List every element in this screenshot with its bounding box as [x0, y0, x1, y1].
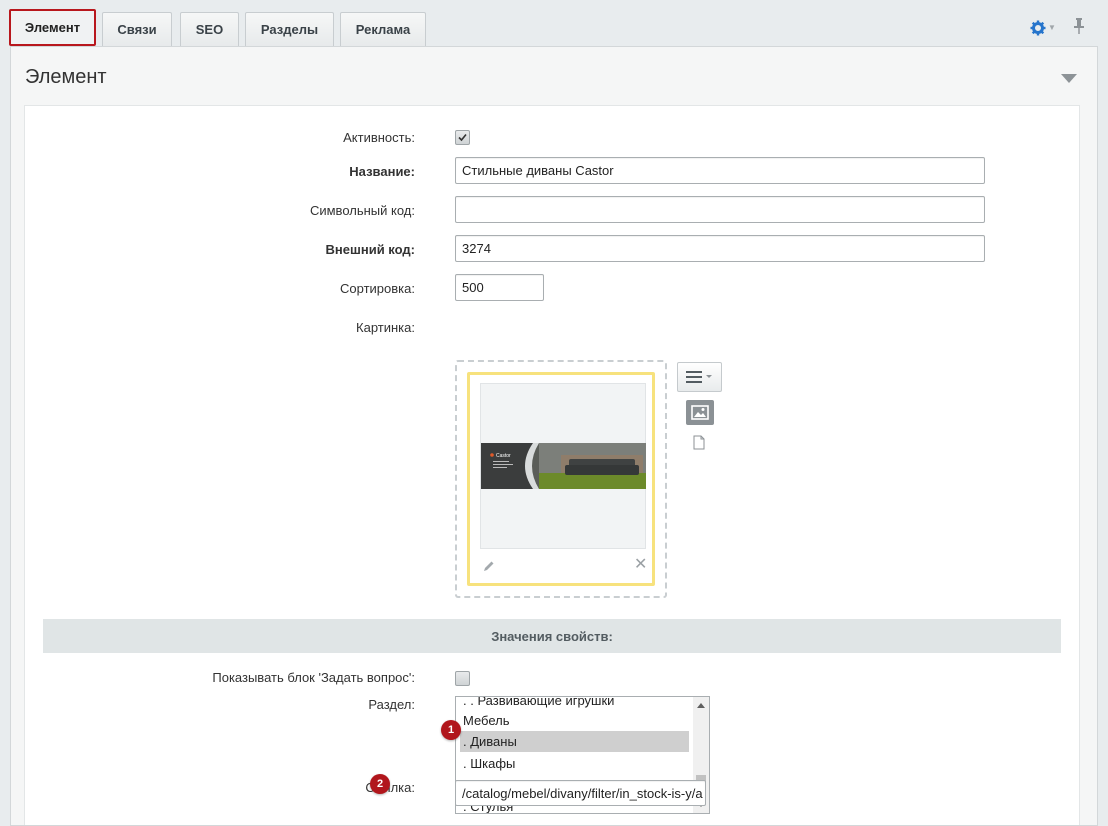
xml-id-label: Внешний код:	[325, 242, 415, 257]
picture-preview: Castor	[480, 383, 646, 549]
list-item[interactable]: . . Развивающие игрушки	[460, 697, 689, 711]
chevron-down-icon: ▼	[1048, 23, 1056, 33]
ask-question-checkbox[interactable]	[455, 671, 470, 686]
pin-icon[interactable]	[1072, 17, 1088, 37]
element-panel: Элемент Активность: Название: Стильные д…	[10, 46, 1098, 826]
pencil-icon[interactable]	[482, 559, 496, 573]
list-item[interactable]: Мебель	[460, 710, 689, 731]
sofa-photo: Castor	[481, 443, 646, 489]
active-checkbox[interactable]	[455, 130, 470, 145]
tab-bar: Элемент Связи SEO Разделы Реклама ▼	[0, 0, 1108, 48]
form-content: Активность: Название: Стильные диваны Ca…	[24, 105, 1080, 825]
file-icon[interactable]	[693, 435, 705, 450]
picture-card: Castor ✕	[467, 372, 655, 586]
list-item-selected[interactable]: . Диваны	[460, 731, 689, 752]
tab-seo[interactable]: SEO	[180, 12, 239, 46]
picture-menu-button[interactable]	[677, 362, 722, 392]
section-title: Элемент	[25, 66, 107, 88]
scroll-up-icon[interactable]	[697, 703, 705, 708]
tab-element[interactable]: Элемент	[9, 9, 96, 46]
section-label: Раздел:	[368, 697, 415, 712]
xml-id-field[interactable]: 3274	[455, 235, 985, 262]
list-item[interactable]: . Шкафы	[460, 753, 689, 774]
sort-label: Сортировка:	[340, 281, 415, 296]
link-field[interactable]: /catalog/mebel/divany/filter/in_stock-is…	[455, 780, 706, 806]
image-icon[interactable]	[686, 400, 714, 425]
tab-sections[interactable]: Разделы	[245, 12, 334, 46]
code-field[interactable]	[455, 196, 985, 223]
collapse-icon[interactable]	[1061, 74, 1077, 83]
tab-ads[interactable]: Реклама	[340, 12, 426, 46]
picture-label: Картинка:	[356, 320, 415, 335]
active-label: Активность:	[343, 130, 415, 145]
ask-question-label: Показывать блок 'Задать вопрос':	[212, 670, 415, 685]
name-label: Название:	[349, 164, 415, 179]
tab-links[interactable]: Связи	[102, 12, 172, 46]
sort-field[interactable]: 500	[455, 274, 544, 301]
callout-badge-2: 2	[370, 774, 390, 794]
properties-header: Значения свойств:	[43, 619, 1061, 653]
gear-icon[interactable]: ▼	[1030, 17, 1058, 37]
brand-text: Castor	[496, 453, 511, 459]
code-label: Символьный код:	[309, 203, 415, 218]
close-icon[interactable]: ✕	[634, 557, 647, 573]
callout-badge-1: 1	[441, 720, 461, 740]
name-field[interactable]: Стильные диваны Castor	[455, 157, 985, 184]
